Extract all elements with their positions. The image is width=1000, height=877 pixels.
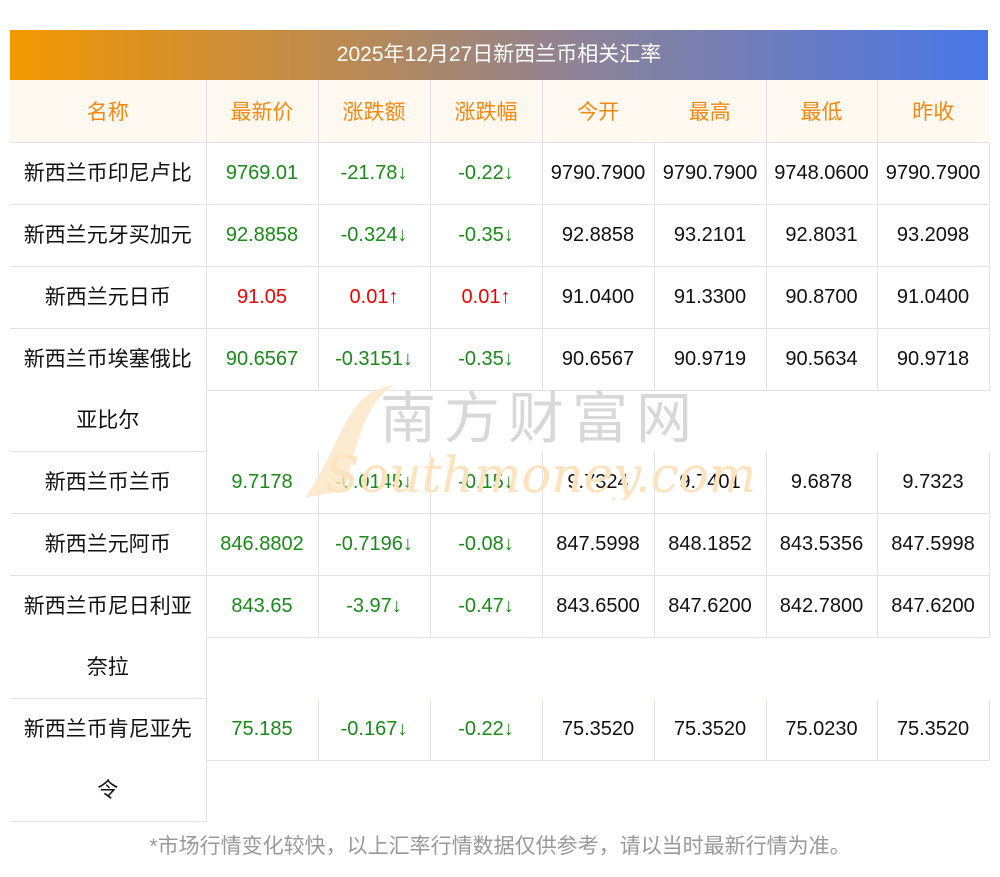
currency-name: 新西兰币印尼卢比 <box>10 142 207 205</box>
cell-open: 92.8858 <box>542 204 655 267</box>
cell-price: 75.185 <box>206 698 319 761</box>
cell-prev: 91.0400 <box>877 266 990 329</box>
cell-pct: -0.22↓ <box>430 142 543 205</box>
header-high: 最高 <box>654 80 767 143</box>
cell-pct: -0.35↓ <box>430 204 543 267</box>
cell-price: 91.05 <box>206 266 319 329</box>
cell-pct: -0.15↓ <box>430 451 543 514</box>
cell-price: 9.7178 <box>206 451 319 514</box>
cell-change: -0.0145↓ <box>318 451 431 514</box>
cell-open: 843.6500 <box>542 575 655 638</box>
cell-open: 91.0400 <box>542 266 655 329</box>
cell-change: 0.01↑ <box>318 266 431 329</box>
header-prev: 昨收 <box>877 80 989 143</box>
cell-pct: -0.35↓ <box>430 328 543 391</box>
cell-price: 846.8802 <box>206 513 319 576</box>
disclaimer-footer: *市场行情变化较快，以上汇率行情数据仅供参考，请以当时最新行情为准。 <box>149 835 851 858</box>
cell-change: -0.167↓ <box>318 698 431 761</box>
cell-price: 92.8858 <box>206 204 319 267</box>
cell-high: 90.9719 <box>654 328 767 391</box>
cell-high: 847.6200 <box>654 575 767 638</box>
cell-open: 9790.7900 <box>542 142 655 205</box>
blank-cell <box>206 760 989 822</box>
header-pct: 涨跌幅 <box>430 80 543 143</box>
table-row: 新西兰币尼日利亚奈拉 843.65 -3.97↓ -0.47↓ 843.6500 847.… <box>10 575 990 699</box>
cell-prev: 75.3520 <box>877 698 990 761</box>
cell-pct: -0.08↓ <box>430 513 543 576</box>
cell-change: -0.7196↓ <box>318 513 431 576</box>
table-row: 新西兰元阿币 846.8802 -0.7196↓ -0.08↓ 847.5998 848.… <box>10 513 990 576</box>
cell-prev: 90.9718 <box>877 328 990 391</box>
table-row: 新西兰币埃塞俄比亚比尔 90.6567 -0.3151↓ -0.35↓ 90.6567 9… <box>10 328 990 452</box>
cell-open: 90.6567 <box>542 328 655 391</box>
currency-name: 新西兰币尼日利亚奈拉 <box>10 575 207 699</box>
cell-high: 9790.7900 <box>654 142 767 205</box>
header-name: 名称 <box>10 80 207 143</box>
cell-prev: 9790.7900 <box>877 142 990 205</box>
blank-cell <box>206 637 989 698</box>
cell-high: 75.3520 <box>654 698 767 761</box>
cell-open: 847.5998 <box>542 513 655 576</box>
currency-name: 新西兰元阿币 <box>10 513 207 576</box>
table-row: 新西兰元牙买加元 92.8858 -0.324↓ -0.35↓ 92.8858 93.21… <box>10 204 990 267</box>
cell-low: 842.7800 <box>766 575 878 638</box>
cell-low: 9748.0600 <box>766 142 878 205</box>
page-title: 2025年12月27日新西兰币相关汇率 <box>10 30 988 80</box>
cell-price: 90.6567 <box>206 328 319 391</box>
cell-change: -0.3151↓ <box>318 328 431 391</box>
cell-low: 92.8031 <box>766 204 878 267</box>
cell-low: 843.5356 <box>766 513 878 576</box>
currency-name: 新西兰元日币 <box>10 266 207 329</box>
currency-name: 新西兰元牙买加元 <box>10 204 207 267</box>
currency-name: 新西兰币兰币 <box>10 451 207 514</box>
cell-high: 91.3300 <box>654 266 767 329</box>
cell-price: 843.65 <box>206 575 319 638</box>
cell-change: -0.324↓ <box>318 204 431 267</box>
cell-prev: 847.6200 <box>877 575 990 638</box>
cell-low: 75.0230 <box>766 698 878 761</box>
currency-name: 新西兰币肯尼亚先令 <box>10 698 207 822</box>
header-change: 涨跌额 <box>318 80 431 143</box>
cell-high: 848.1852 <box>654 513 767 576</box>
table-header-row: 名称 最新价 涨跌额 涨跌幅 今开 最高 最低 昨收 <box>10 80 989 143</box>
cell-pct: 0.01↑ <box>430 266 543 329</box>
cell-low: 90.5634 <box>766 328 878 391</box>
cell-prev: 9.7323 <box>877 451 990 514</box>
header-open: 今开 <box>542 80 654 143</box>
table-row: 新西兰币兰币 9.7178 -0.0145↓ -0.15↓ 9.7324 9.7401 9.… <box>10 451 990 514</box>
cell-prev: 93.2098 <box>877 204 990 267</box>
currency-name: 新西兰币埃塞俄比亚比尔 <box>10 328 207 452</box>
cell-prev: 847.5998 <box>877 513 990 576</box>
header-low: 最低 <box>766 80 878 143</box>
cell-price: 9769.01 <box>206 142 319 205</box>
cell-open: 75.3520 <box>542 698 655 761</box>
exchange-rate-table: 名称 最新价 涨跌额 涨跌幅 今开 最高 最低 昨收 新西兰币印尼卢比 9769.… <box>10 80 990 822</box>
cell-pct: -0.47↓ <box>430 575 543 638</box>
cell-change: -3.97↓ <box>318 575 431 638</box>
cell-high: 9.7401 <box>654 451 767 514</box>
cell-pct: -0.22↓ <box>430 698 543 761</box>
cell-open: 9.7324 <box>542 451 655 514</box>
cell-high: 93.2101 <box>654 204 767 267</box>
header-price: 最新价 <box>206 80 319 143</box>
blank-cell <box>206 390 989 451</box>
cell-low: 9.6878 <box>766 451 878 514</box>
table-row: 新西兰币肯尼亚先令 75.185 -0.167↓ -0.22↓ 75.3520 75.35… <box>10 698 990 822</box>
table-row: 新西兰元日币 91.05 0.01↑ 0.01↑ 91.0400 91.3300 90.87… <box>10 266 990 329</box>
table-row: 新西兰币印尼卢比 9769.01 -21.78↓ -0.22↓ 9790.7900 979… <box>10 142 990 205</box>
cell-low: 90.8700 <box>766 266 878 329</box>
cell-change: -21.78↓ <box>318 142 431 205</box>
